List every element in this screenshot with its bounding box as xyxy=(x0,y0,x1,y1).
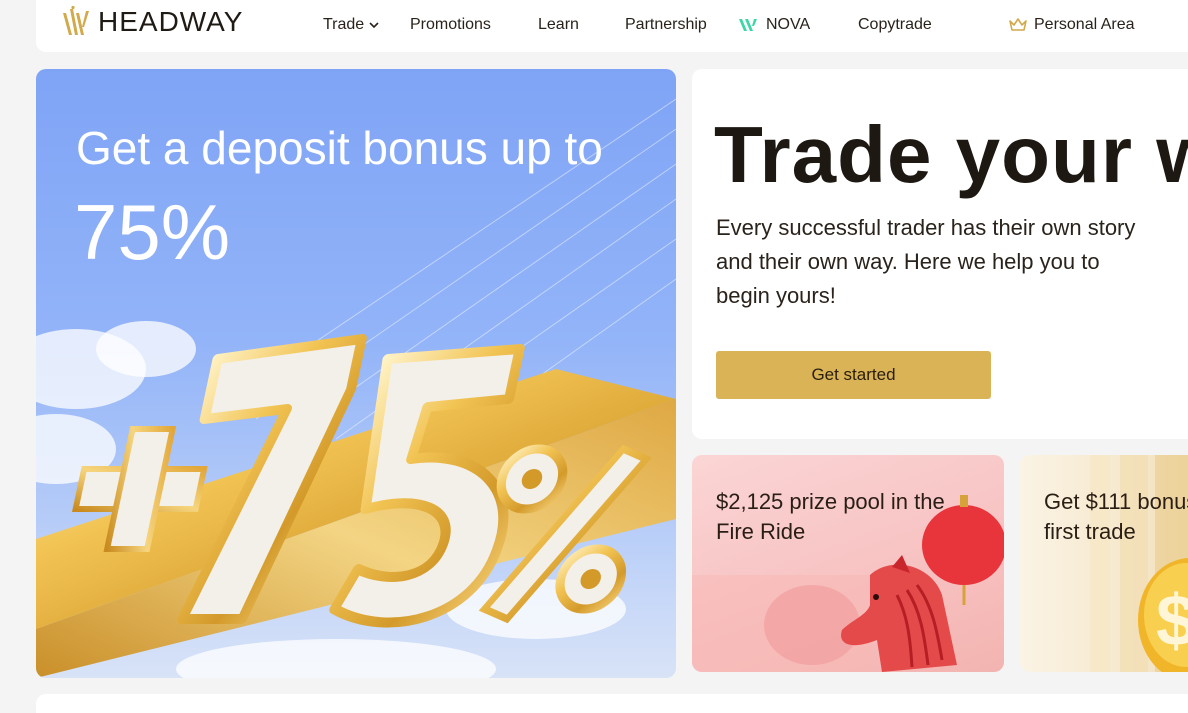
top-navigation: HEADWAY Trade Promotions Learn Partnersh… xyxy=(36,0,1188,52)
promo-card-fire-ride[interactable]: $2,125 prize pool in the Fire Ride xyxy=(692,455,1004,672)
crown-icon xyxy=(1009,18,1027,31)
promo-card-bonus[interactable]: $ Get $111 bonus first trade xyxy=(1020,455,1188,672)
nav-partnership-label: Partnership xyxy=(625,16,707,33)
nova-icon xyxy=(739,19,757,31)
nav-personal-area-label: Personal Area xyxy=(1034,16,1135,33)
brand-name: HEADWAY xyxy=(98,6,244,37)
headway-logo-icon xyxy=(63,5,89,35)
nav-partnership[interactable]: Partnership xyxy=(625,15,707,35)
headway-logo[interactable]: HEADWAY xyxy=(60,4,243,40)
promo-fire-ride-text: $2,125 prize pool in the Fire Ride xyxy=(716,487,945,547)
svg-text:$: $ xyxy=(1156,581,1188,661)
nav-trade[interactable]: Trade xyxy=(323,15,380,35)
nav-promotions-label: Promotions xyxy=(410,16,491,33)
nav-learn-label: Learn xyxy=(538,16,579,33)
banner-percent: 75% xyxy=(74,188,231,276)
hero-card: Trade your way Every successful trader h… xyxy=(692,69,1188,439)
nav-nova[interactable]: NOVA xyxy=(738,15,810,35)
hero-description: Every successful trader has their own st… xyxy=(716,215,1136,308)
get-started-button[interactable]: Get started xyxy=(716,351,991,399)
nav-copytrade[interactable]: Copytrade xyxy=(858,15,932,35)
promo-bonus-text: Get $111 bonus first trade xyxy=(1044,487,1188,547)
banner-title: Get a deposit bonus up to xyxy=(76,122,603,174)
next-section-edge xyxy=(36,694,1188,713)
nav-promotions[interactable]: Promotions xyxy=(410,15,491,35)
nav-trade-label: Trade xyxy=(323,16,365,33)
hero-title: Trade your way xyxy=(714,110,1188,199)
nav-copytrade-label: Copytrade xyxy=(858,16,932,33)
promo-bonus-line2: first trade xyxy=(1044,519,1136,544)
chevron-down-icon xyxy=(369,22,379,29)
nav-learn[interactable]: Learn xyxy=(538,15,579,35)
deposit-bonus-banner[interactable]: Get a deposit bonus up to 75% xyxy=(36,69,676,678)
promo-bonus-line1: Get $111 bonus xyxy=(1044,489,1188,514)
promo-fire-ride-line2: Fire Ride xyxy=(716,519,806,544)
nav-nova-label: NOVA xyxy=(766,16,811,33)
nav-personal-area[interactable]: Personal Area xyxy=(1008,15,1135,35)
promo-fire-ride-line1: $2,125 prize pool in the xyxy=(716,489,945,514)
